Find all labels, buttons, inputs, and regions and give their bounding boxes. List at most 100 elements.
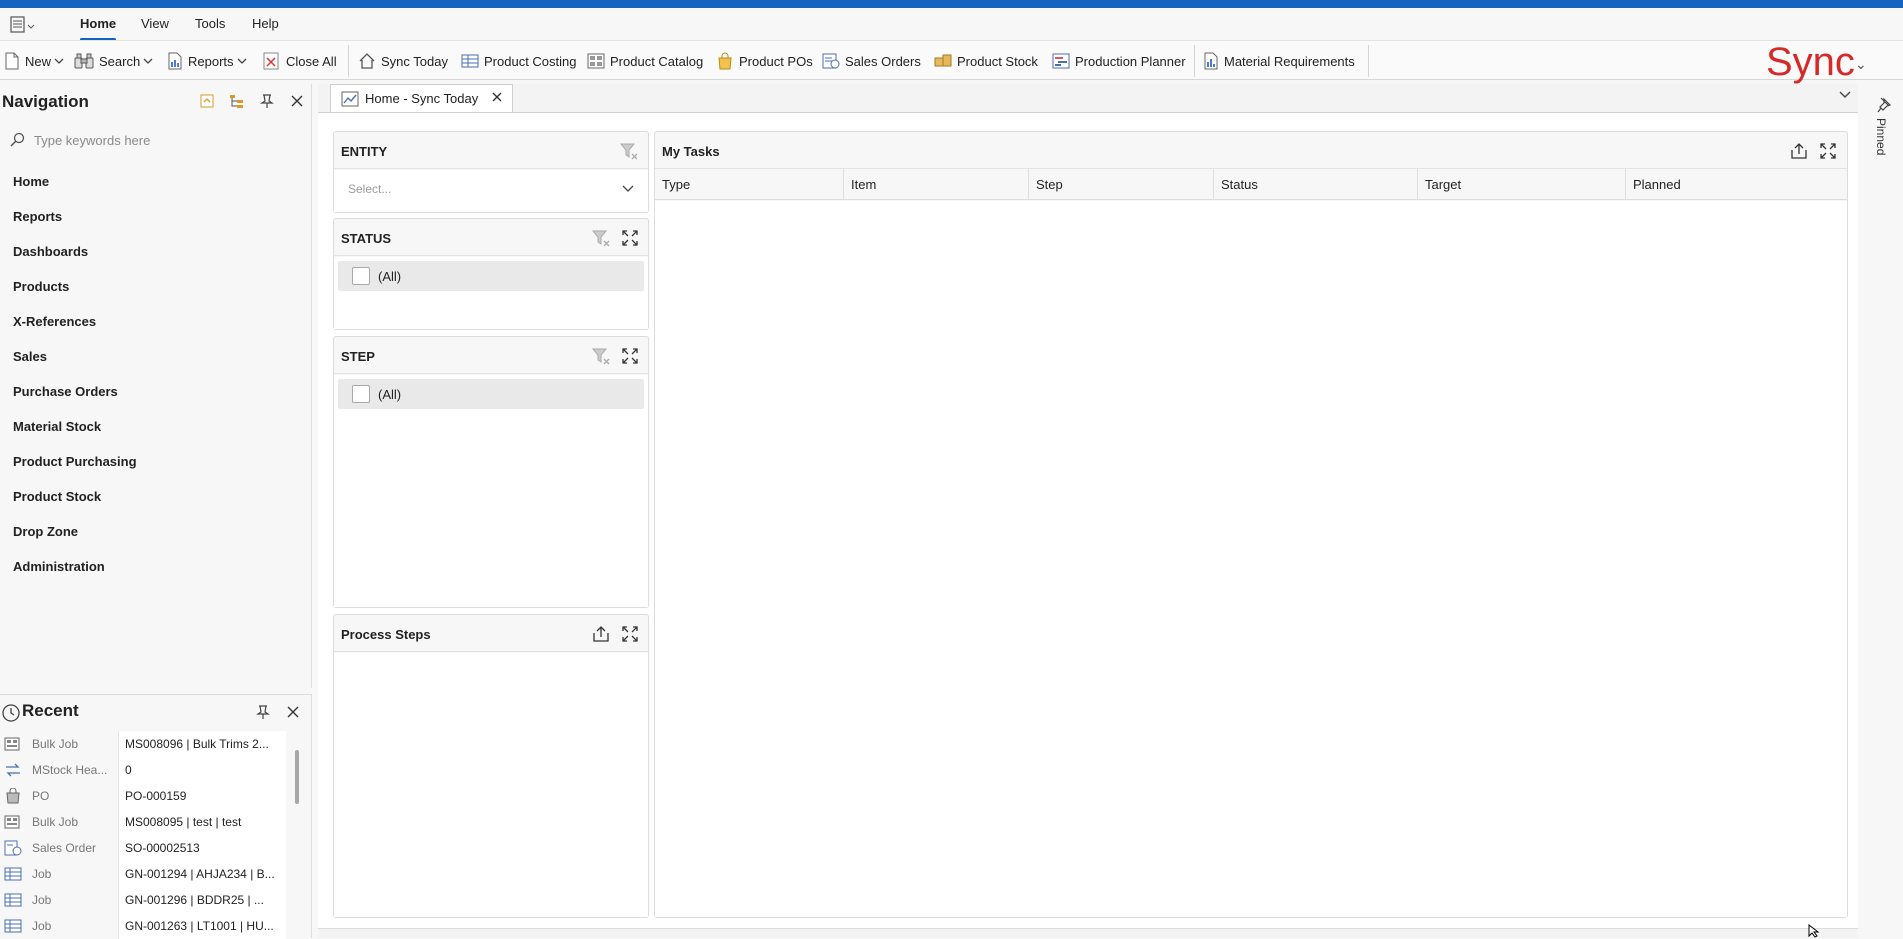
column-header-status[interactable]: Status [1214,169,1418,200]
product-pos-label: Product POs [739,53,813,69]
nav-item-dashboards[interactable]: Dashboards [13,244,88,259]
column-header-item[interactable]: Item [844,169,1029,200]
entity-select[interactable]: Select... [336,174,646,204]
recent-row-type: Bulk Job [32,815,79,829]
recent-row-type: PO [32,789,50,803]
product-costing-button[interactable]: Product Costing [461,50,577,72]
step-all-checkbox[interactable] [352,385,370,403]
pin-icon[interactable] [248,701,278,723]
close-all-button-label: Close All [286,53,337,69]
material-requirements-button[interactable]: Material Requirements [1203,50,1355,72]
navigation-panel: Navigation Type keywords here Home Repor… [0,84,312,688]
recent-row[interactable]: PO PO-000159 [0,783,290,809]
process-steps-header: Process Steps [334,615,648,652]
chevron-down-icon [622,185,634,192]
menu-tab-home[interactable]: Home [80,16,116,31]
menu-tab-view[interactable]: View [141,16,169,31]
mouse-cursor-icon [1808,924,1820,938]
step-all-checkbox-row[interactable]: (All) [338,379,644,409]
nav-item-product-stock[interactable]: Product Stock [13,489,101,504]
production-planner-label: Production Planner [1075,53,1186,69]
bulk-job-icon [0,736,26,752]
ribbon-separator [1368,45,1369,77]
recent-row-value: GN-001296 | BDDR25 | ... [118,887,286,913]
app-menu-icon[interactable] [10,15,40,35]
process-steps-title: Process Steps [341,627,431,642]
product-catalog-button[interactable]: Product Catalog [587,50,703,72]
recent-row-type: Sales Order [32,841,97,855]
production-planner-button[interactable]: Production Planner [1052,50,1186,72]
job-grid-icon [0,892,26,908]
close-all-button[interactable]: Close All [263,50,337,72]
home-icon [359,53,375,69]
recent-row[interactable]: Bulk Job MS008095 | test | test [0,809,290,835]
status-title: STATUS [341,231,392,246]
menu-tab-help[interactable]: Help [252,16,279,31]
bulk-job-icon [0,814,26,830]
maximize-icon[interactable] [619,345,641,367]
nav-item-product-purchasing[interactable]: Product Purchasing [13,454,137,469]
product-catalog-label: Product Catalog [610,53,704,69]
step-title: STEP [341,349,375,364]
export-icon[interactable] [590,623,612,645]
column-header-planned[interactable]: Planned [1626,169,1847,200]
search-button[interactable]: Search [74,50,158,72]
status-all-checkbox-row[interactable]: (All) [338,261,644,291]
my-tasks-card: My Tasks Type Item Step Status Target Pl… [654,131,1848,918]
maximize-icon[interactable] [1817,140,1839,162]
close-icon[interactable] [282,90,312,112]
status-all-label: (All) [378,268,402,284]
maximize-icon[interactable] [619,623,641,645]
nav-item-material-stock[interactable]: Material Stock [13,419,101,434]
pin-icon[interactable] [252,90,282,112]
nav-item-x-references[interactable]: X-References [13,314,96,329]
recent-row[interactable]: MStock Hea... 0 [0,757,290,783]
collapse-all-icon[interactable] [192,90,222,112]
close-icon[interactable] [278,701,308,723]
material-requirements-label: Material Requirements [1224,53,1355,69]
search-button-label: Search [99,53,141,69]
pinned-label: Pinned [1874,118,1888,156]
column-header-type[interactable]: Type [655,169,844,200]
sales-orders-button[interactable]: Sales Orders [822,50,921,72]
menu-tab-tools[interactable]: Tools [195,16,225,31]
recent-row[interactable]: Bulk Job MS008096 | Bulk Trims 2... [0,731,290,757]
ribbon-separator [1194,45,1195,77]
tab-home-sync-today[interactable]: Home - Sync Today [330,84,513,112]
bottom-strip [318,928,1858,938]
recent-row[interactable]: Job GN-001263 | LT1001 | HU... [0,913,290,939]
shopping-bag-icon [718,52,732,70]
pinned-side-tab[interactable]: Pinned [1874,96,1896,176]
column-header-step[interactable]: Step [1029,169,1214,200]
status-all-checkbox[interactable] [352,267,370,285]
tree-view-icon[interactable] [222,90,252,112]
reports-button[interactable]: Reports [167,50,252,72]
product-stock-button[interactable]: Product Stock [934,50,1038,72]
close-tab-icon[interactable] [490,90,504,104]
nav-item-reports[interactable]: Reports [13,209,62,224]
recent-row[interactable]: Sales Order SO-00002513 [0,835,290,861]
navigation-search-input[interactable]: Type keywords here [10,128,300,152]
recent-row-type: Job [32,893,52,907]
nav-item-products[interactable]: Products [13,279,69,294]
navigation-panel-toolbar [192,90,312,112]
recent-scrollbar[interactable] [295,750,299,804]
nav-item-purchase-orders[interactable]: Purchase Orders [13,384,118,399]
clear-filter-icon[interactable] [618,140,640,162]
new-button[interactable]: New [4,50,69,72]
clear-filter-icon[interactable] [590,227,612,249]
clear-filter-icon[interactable] [590,345,612,367]
nav-item-home[interactable]: Home [13,174,49,189]
sync-today-button[interactable]: Sync Today [358,50,448,72]
chevron-down-icon[interactable] [1838,90,1852,100]
maximize-icon[interactable] [619,227,641,249]
product-pos-button[interactable]: Product POs [716,50,813,72]
export-icon[interactable] [1788,140,1810,162]
trend-chart-icon [341,91,359,106]
nav-item-administration[interactable]: Administration [13,559,105,574]
recent-row[interactable]: Job GN-001296 | BDDR25 | ... [0,887,290,913]
recent-row[interactable]: Job GN-001294 | AHJA234 | B... [0,861,290,887]
column-header-target[interactable]: Target [1418,169,1626,200]
nav-item-sales[interactable]: Sales [13,349,47,364]
nav-item-drop-zone[interactable]: Drop Zone [13,524,78,539]
